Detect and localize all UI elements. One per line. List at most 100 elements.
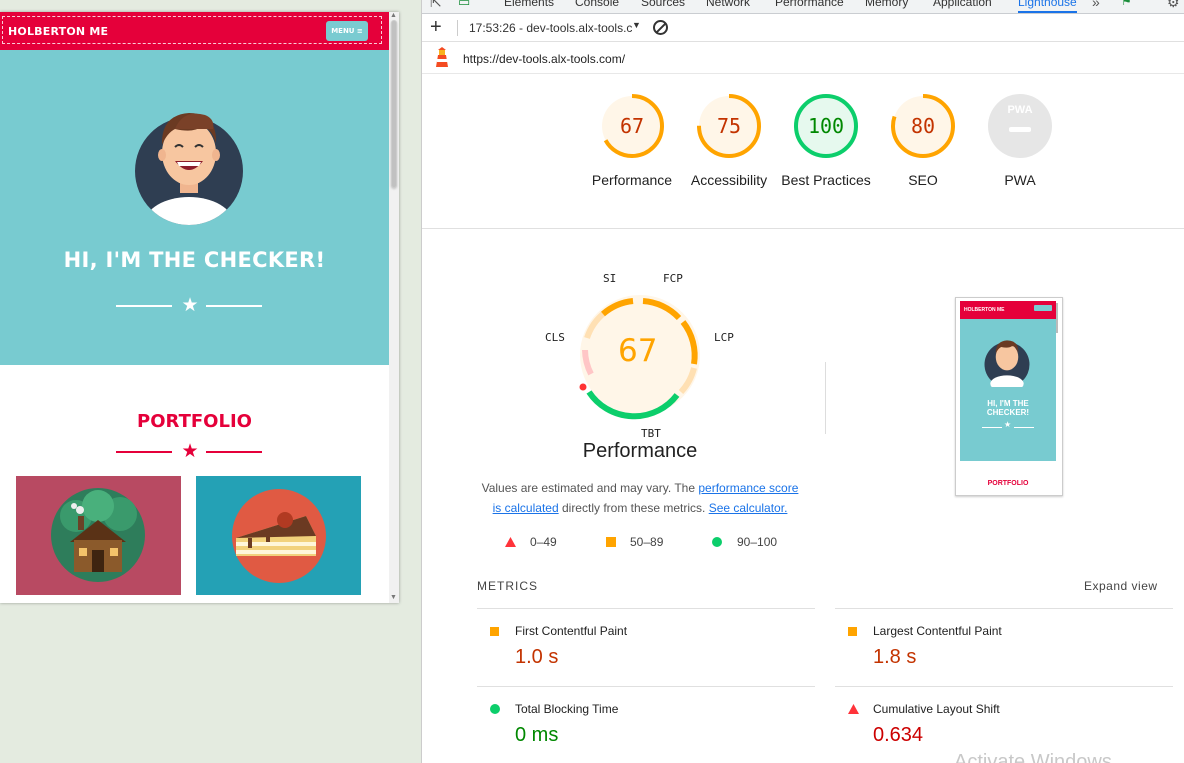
gauge-accessibility[interactable]: 75 Accessibility: [691, 93, 767, 188]
gauge-label: SEO: [908, 172, 938, 188]
lighthouse-toolbar: + 17:53:26 - dev-tools.alx-tools.c ▼: [422, 14, 1184, 42]
performance-score-link[interactable]: performance score: [698, 481, 798, 495]
gauge-score: 67: [619, 114, 645, 138]
gauge-label: Accessibility: [690, 172, 768, 188]
gauge-pwa[interactable]: PWA PWA: [987, 93, 1053, 188]
report-selector[interactable]: 17:53:26 - dev-tools.alx-tools.c: [469, 21, 632, 35]
performance-title: Performance: [582, 440, 698, 462]
tab-console[interactable]: Console: [575, 0, 619, 9]
performance-score-link-cont[interactable]: is calculated: [493, 501, 559, 515]
thumb-menu-button: [1034, 305, 1052, 311]
description-text: Values are estimated and may vary. The: [481, 481, 699, 495]
metric-name: First Contentful Paint: [515, 624, 628, 638]
square-orange-icon: [606, 537, 616, 547]
thumb-hero-title: HI, I'M THE CHECKER!: [960, 399, 1056, 417]
pwa-badge-icon: [988, 94, 1052, 158]
metric-divider: [477, 686, 815, 687]
divider-line: [206, 451, 262, 453]
metric-value: 1.0 s: [515, 646, 559, 668]
hero-title: HI, I'M THE CHECKER!: [63, 248, 326, 272]
issues-icon[interactable]: ⚑: [1121, 0, 1132, 8]
device-viewport-area: HOLBERTON ME MENU ≡ HI, I'M THE CHECKER!…: [0, 0, 421, 763]
metric-label-si: SI: [603, 272, 617, 285]
dropdown-arrow-icon[interactable]: ▼: [632, 20, 641, 30]
legend-label-fail: 0–49: [530, 535, 557, 549]
report-url-bar: https://dev-tools.alx-tools.com/: [422, 42, 1184, 74]
thumb-hero: HI, I'M THE CHECKER! ★: [960, 319, 1056, 461]
thumb-title-line2: CHECKER!: [986, 408, 1030, 417]
portfolio-divider: ★: [0, 441, 389, 463]
metric-label-tbt: TBT: [641, 427, 661, 440]
metric-label-cls: CLS: [545, 331, 565, 344]
thumb-header: HOLBERTON ME: [960, 301, 1056, 319]
divider-line: [116, 451, 172, 453]
settings-gear-icon[interactable]: ⚙: [1167, 0, 1180, 11]
final-screenshot-thumbnail[interactable]: HOLBERTON ME HI, I'M THE CHECKER! ★ PORTF…: [955, 297, 1063, 496]
metric-divider: [835, 608, 1173, 609]
portfolio-item-cabin[interactable]: [16, 476, 181, 595]
metrics-heading: METRICS: [477, 579, 538, 593]
scroll-down-icon[interactable]: ▼: [390, 594, 397, 601]
new-report-plus-icon[interactable]: +: [430, 16, 442, 38]
metric-label-lcp: LCP: [714, 331, 734, 344]
gauge-score: 100: [807, 114, 845, 138]
thumb-title-line1: HI, I'M THE: [987, 399, 1029, 408]
thumb-portfolio: PORTFOLIO: [987, 480, 1029, 487]
vertical-divider: [825, 362, 826, 434]
site-logo[interactable]: HOLBERTON ME: [8, 25, 108, 38]
thumb-divider-line: [982, 427, 1002, 428]
inspect-element-icon[interactable]: ⇱: [430, 0, 442, 11]
score-description: Values are estimated and may vary. The p…: [480, 478, 800, 518]
gauge-performance[interactable]: 67 Performance: [592, 93, 672, 188]
toolbar-divider: [457, 20, 458, 36]
metric-name: Cumulative Layout Shift: [873, 702, 1000, 716]
expand-view-toggle[interactable]: Expand view: [1084, 579, 1158, 593]
portfolio-item-cake[interactable]: [196, 476, 361, 595]
lighthouse-icon: [436, 47, 448, 67]
square-orange-icon: [848, 627, 857, 636]
report-url[interactable]: https://dev-tools.alx-tools.com/: [463, 52, 625, 66]
tab-application[interactable]: Application: [933, 0, 992, 9]
metric-value: 1.8 s: [873, 646, 917, 668]
pwa-badge-text: PWA: [1007, 104, 1033, 116]
divider-line: [206, 305, 262, 307]
hero-section: HI, I'M THE CHECKER! ★: [0, 50, 389, 365]
thumb-scrollbar: [1056, 303, 1058, 333]
metric-label-fcp: FCP: [663, 272, 683, 285]
mobile-page-preview[interactable]: HOLBERTON ME MENU ≡ HI, I'M THE CHECKER!…: [0, 12, 399, 603]
gauge-best-practices[interactable]: 100 Best Practices: [781, 93, 871, 188]
star-icon: ★: [181, 441, 199, 462]
tab-performance[interactable]: Performance: [775, 0, 844, 9]
metric-divider: [477, 608, 815, 609]
tab-network[interactable]: Network: [706, 0, 750, 9]
tab-elements[interactable]: Elements: [504, 0, 554, 9]
gauge-label: PWA: [1004, 172, 1036, 188]
gauge-label: Performance: [591, 172, 673, 188]
tab-lighthouse[interactable]: Lighthouse: [1018, 0, 1077, 13]
triangle-red-icon: [505, 537, 516, 547]
scroll-up-icon[interactable]: ▲: [390, 12, 397, 19]
gauge-score: 75: [716, 114, 742, 138]
metric-name: Total Blocking Time: [515, 702, 619, 716]
devtools-tab-bar: ⇱ ▭ Elements Console Sources Network Per…: [422, 0, 1184, 14]
gauge-seo[interactable]: 80 SEO: [890, 93, 956, 188]
menu-button[interactable]: MENU ≡: [326, 21, 368, 41]
see-calculator-link[interactable]: See calculator.: [709, 501, 788, 515]
thumb-divider-line: [1014, 427, 1034, 428]
hero-divider: ★: [0, 295, 389, 317]
scrollbar-thumb[interactable]: [391, 20, 397, 188]
device-toolbar-icon[interactable]: ▭: [458, 0, 470, 10]
tab-sources[interactable]: Sources: [641, 0, 685, 9]
circle-green-icon: [490, 704, 500, 714]
page-scrollbar[interactable]: ▲ ▼: [389, 12, 399, 603]
gauge-label: Best Practices: [781, 172, 871, 188]
square-orange-icon: [490, 627, 499, 636]
site-header: HOLBERTON ME MENU ≡: [0, 12, 389, 50]
metric-value: 0.634: [873, 724, 924, 746]
tab-memory[interactable]: Memory: [865, 0, 908, 9]
activate-windows-watermark: Activate Windows: [954, 751, 1112, 763]
legend-label-average: 50–89: [630, 535, 664, 549]
circle-green-icon: [712, 537, 722, 547]
clear-reports-icon[interactable]: [653, 20, 668, 35]
more-tabs-icon[interactable]: »: [1092, 0, 1100, 10]
